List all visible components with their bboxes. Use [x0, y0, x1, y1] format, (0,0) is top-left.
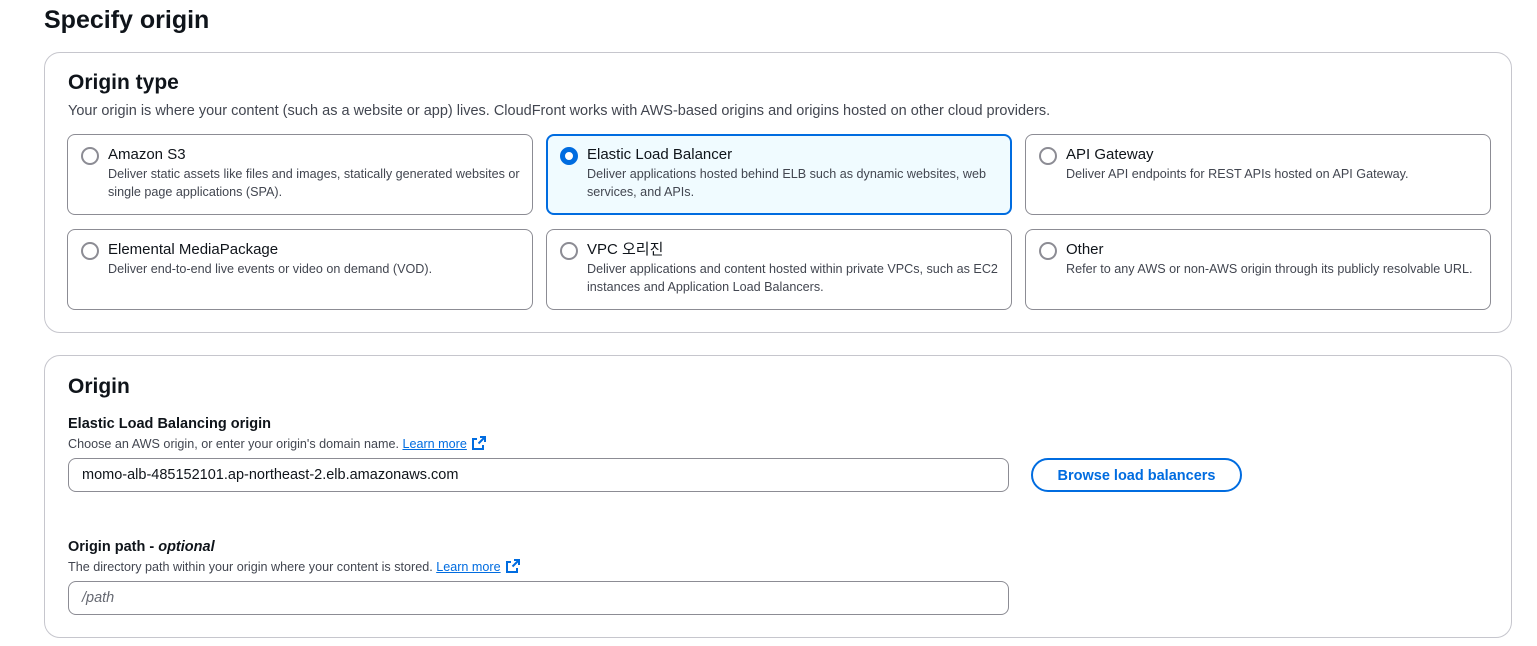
radio-button[interactable]	[1039, 242, 1057, 260]
tile-title: VPC 오리진	[587, 241, 664, 258]
radio-button[interactable]	[1039, 147, 1057, 165]
origin-type-tile-elastic-load-balancer[interactable]: Elastic Load Balancer Deliver applicatio…	[546, 134, 1012, 215]
radio-button[interactable]	[81, 147, 99, 165]
origin-type-tile-elemental-mediapackage[interactable]: Elemental MediaPackage Deliver end-to-en…	[67, 229, 533, 310]
elb-origin-input[interactable]: momo-alb-485152101.ap-northeast-2.elb.am…	[68, 458, 1009, 492]
origin-path-label: Origin path - optional	[68, 537, 215, 557]
browse-load-balancers-button[interactable]: Browse load balancers	[1031, 458, 1242, 492]
elb-origin-description: Choose an AWS origin, or enter your orig…	[68, 435, 487, 453]
radio-button-selected[interactable]	[560, 147, 578, 165]
elb-origin-description-text: Choose an AWS origin, or enter your orig…	[68, 437, 399, 451]
origin-type-heading: Origin type	[68, 71, 179, 94]
origin-type-tile-amazon-s3[interactable]: Amazon S3 Deliver static assets like fil…	[67, 134, 533, 215]
tile-title: Elemental MediaPackage	[108, 241, 279, 258]
tile-title: API Gateway	[1066, 146, 1154, 163]
origin-path-label-text: Origin path -	[68, 539, 155, 555]
origin-heading: Origin	[68, 375, 130, 398]
tile-description: Deliver end-to-end live events or video …	[108, 262, 433, 276]
origin-type-tile-other[interactable]: Other Refer to any AWS or non-AWS origin…	[1025, 229, 1491, 310]
page-title: Specify origin	[44, 6, 210, 34]
origin-type-tile-vpc-origin[interactable]: VPC 오리진 Deliver applications and content…	[546, 229, 1012, 310]
tile-description: Refer to any AWS or non-AWS origin throu…	[1066, 262, 1473, 276]
origin-path-learn-more-link[interactable]: Learn more	[436, 560, 500, 574]
origin-path-optional-tag: optional	[158, 539, 215, 555]
radio-button[interactable]	[81, 242, 99, 260]
elb-origin-label: Elastic Load Balancing origin	[68, 416, 272, 432]
origin-type-tiles: Amazon S3 Deliver static assets like fil…	[67, 134, 1491, 310]
tile-description: Deliver applications hosted behind ELB s…	[587, 167, 987, 199]
tile-title: Elastic Load Balancer	[587, 146, 733, 163]
external-link-icon[interactable]	[471, 435, 487, 451]
origin-path-input[interactable]: /path	[68, 581, 1009, 615]
external-link-icon[interactable]	[505, 558, 521, 574]
elb-origin-learn-more-link[interactable]: Learn more	[402, 437, 466, 451]
tile-description: Deliver static assets like files and ima…	[108, 167, 520, 199]
origin-type-description: Your origin is where your content (such …	[68, 103, 1051, 119]
origin-type-tile-api-gateway[interactable]: API Gateway Deliver API endpoints for RE…	[1025, 134, 1491, 215]
tile-title: Other	[1066, 241, 1104, 258]
origin-type-container: Origin type Your origin is where your co…	[44, 52, 1512, 333]
tile-description: Deliver applications and content hosted …	[587, 262, 998, 294]
radio-button[interactable]	[560, 242, 578, 260]
tile-description: Deliver API endpoints for REST APIs host…	[1066, 167, 1409, 181]
tile-title: Amazon S3	[108, 146, 186, 163]
origin-container: Origin Elastic Load Balancing origin Cho…	[44, 355, 1512, 638]
origin-path-description-text: The directory path within your origin wh…	[68, 560, 433, 574]
origin-path-description: The directory path within your origin wh…	[68, 558, 521, 576]
